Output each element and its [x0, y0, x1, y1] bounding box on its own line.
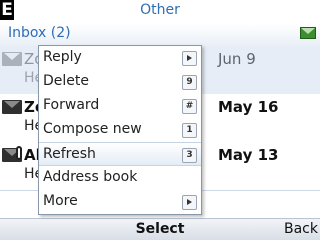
menu-item-refresh[interactable]: Refresh 3 — [39, 142, 201, 166]
menu-item-reply[interactable]: Reply — [39, 46, 201, 70]
submenu-arrow-icon — [182, 51, 197, 66]
message-date: May 16 — [218, 98, 279, 116]
message-date: Jun 9 — [218, 50, 256, 68]
status-bar: E Other — [0, 0, 320, 24]
menu-item-label: Forward — [43, 97, 100, 113]
options-menu: Reply Delete 9 Forward # Compose new 1 R… — [38, 45, 202, 215]
menu-item-label: Delete — [43, 73, 89, 89]
menu-item-label: More — [43, 193, 78, 209]
envelope-read-icon — [2, 52, 22, 66]
softkey-bar: Select Back — [0, 218, 320, 240]
shortcut-key-badge: 3 — [182, 148, 197, 163]
envelope-unread-icon — [2, 100, 22, 114]
folder-header: Inbox (2) — [0, 24, 320, 46]
menu-item-label: Compose new — [43, 121, 142, 137]
menu-item-forward[interactable]: Forward # — [39, 94, 201, 118]
menu-item-address-book[interactable]: Address book — [39, 166, 201, 190]
folder-title: Inbox (2) — [8, 25, 71, 41]
message-date: May 13 — [218, 146, 279, 164]
menu-item-label: Reply — [43, 49, 82, 65]
envelope-attachment-icon — [2, 146, 22, 162]
select-softkey[interactable]: Select — [0, 221, 320, 237]
back-softkey[interactable]: Back — [284, 221, 318, 237]
envelope-green-icon — [300, 27, 316, 39]
shortcut-key-badge: 9 — [182, 75, 197, 90]
menu-item-compose-new[interactable]: Compose new 1 — [39, 118, 201, 142]
account-title: Other — [140, 2, 180, 18]
menu-item-delete[interactable]: Delete 9 — [39, 70, 201, 94]
paperclip-icon — [16, 146, 22, 160]
email-app-screen: E Other Inbox (2) Zo He Jun 9 Zo He May … — [0, 0, 320, 240]
menu-item-label: Address book — [43, 169, 138, 185]
shortcut-key-badge: # — [182, 99, 197, 114]
menu-item-more[interactable]: More — [39, 190, 201, 214]
submenu-arrow-icon — [182, 195, 197, 210]
menu-item-label: Refresh — [43, 146, 96, 162]
shortcut-key-badge: 1 — [182, 123, 197, 138]
